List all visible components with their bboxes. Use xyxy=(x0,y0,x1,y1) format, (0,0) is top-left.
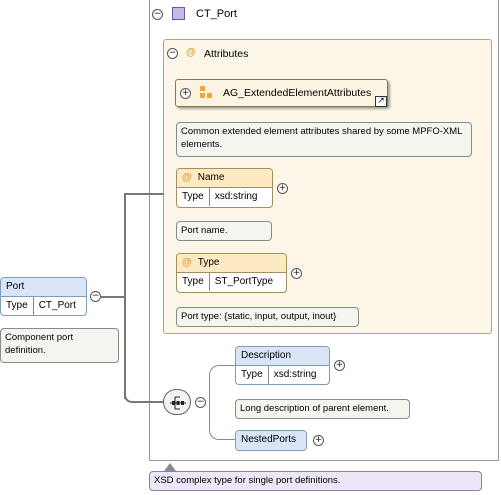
connector-line xyxy=(125,193,164,195)
expand-description-button[interactable]: + xyxy=(334,360,345,371)
callout-pointer xyxy=(164,463,176,471)
sequence-compositor-icon[interactable] xyxy=(163,389,191,415)
connector-curve xyxy=(124,388,164,403)
collapse-attributes-button[interactable]: − xyxy=(167,48,178,59)
attribute-at-icon: @ xyxy=(182,172,192,183)
collapse-sequence-button[interactable]: − xyxy=(195,397,206,408)
link-arrow-icon[interactable]: ↗ xyxy=(375,96,387,107)
attribute-type-label: Type xyxy=(197,257,220,268)
description-element-name: Description xyxy=(236,347,329,366)
attribute-group-description: Common extended element attributes share… xyxy=(176,122,472,157)
connector-line xyxy=(124,193,126,399)
collapse-ct-port-button[interactable]: − xyxy=(152,9,163,20)
attribute-type-key: Type xyxy=(177,188,210,206)
description-type-key: Type xyxy=(236,366,269,384)
name-attribute-description: Port name. xyxy=(176,221,272,241)
expand-attribute-group-button[interactable]: + xyxy=(180,88,191,99)
attribute-at-icon: @ xyxy=(182,257,192,268)
port-element-description: Component port definition. xyxy=(0,328,119,363)
attribute-group-name: AG_ExtendedElementAttributes xyxy=(223,87,372,99)
expand-nestedports-button[interactable]: + xyxy=(313,435,324,446)
collapse-port-button[interactable]: − xyxy=(90,291,101,302)
attribute-type[interactable]: @ Type Type ST_PortType xyxy=(176,253,287,293)
attribute-group-icon xyxy=(200,86,214,100)
nestedports-element[interactable]: NestedPorts xyxy=(235,430,307,451)
connector-curve xyxy=(209,402,236,440)
port-element[interactable]: Port Type CT_Port xyxy=(0,277,87,316)
attribute-type-key: Type xyxy=(177,273,210,291)
attribute-name[interactable]: @ Name Type xsd:string xyxy=(176,168,273,208)
attribute-name-label: Name xyxy=(197,172,225,183)
port-element-name: Port xyxy=(1,278,86,297)
complex-type-title: CT_Port xyxy=(196,8,237,20)
description-element-description: Long description of parent element. xyxy=(235,399,410,419)
attribute-type-value: ST_PortType xyxy=(214,276,274,287)
port-type-value: CT_Port xyxy=(38,300,76,311)
connector-line xyxy=(101,296,125,298)
attribute-at-icon: @ xyxy=(186,47,196,58)
nestedports-element-name: NestedPorts xyxy=(236,431,306,450)
attributes-label: Attributes xyxy=(204,48,249,60)
connector-curve xyxy=(209,365,236,402)
description-type-value: xsd:string xyxy=(273,369,317,380)
expand-type-attribute-button[interactable]: + xyxy=(291,268,302,279)
complex-type-icon xyxy=(172,7,185,20)
description-element[interactable]: Description Type xsd:string xyxy=(235,346,330,385)
type-attribute-description: Port type: {static, input, output, inout… xyxy=(176,307,359,327)
attribute-type-value: xsd:string xyxy=(214,191,258,202)
port-type-key: Type xyxy=(1,297,34,315)
expand-name-attribute-button[interactable]: + xyxy=(277,183,288,194)
complex-type-description: XSD complex type for single port definit… xyxy=(149,471,482,491)
